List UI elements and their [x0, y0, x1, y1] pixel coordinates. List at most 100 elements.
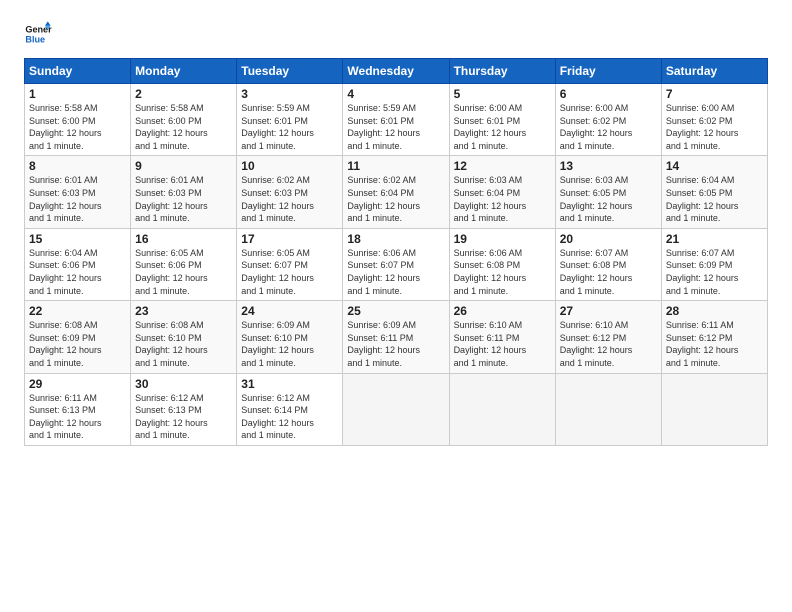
- calendar-cell: 13 Sunrise: 6:03 AMSunset: 6:05 PMDaylig…: [555, 156, 661, 228]
- day-number: 11: [347, 159, 444, 173]
- calendar-cell: 29 Sunrise: 6:11 AMSunset: 6:13 PMDaylig…: [25, 373, 131, 445]
- day-info: Sunrise: 6:12 AMSunset: 6:13 PMDaylight:…: [135, 393, 208, 441]
- calendar-table: SundayMondayTuesdayWednesdayThursdayFrid…: [24, 58, 768, 446]
- calendar-cell: 19 Sunrise: 6:06 AMSunset: 6:08 PMDaylig…: [449, 228, 555, 300]
- calendar-week-row: 29 Sunrise: 6:11 AMSunset: 6:13 PMDaylig…: [25, 373, 768, 445]
- day-header: Saturday: [661, 59, 767, 84]
- day-info: Sunrise: 6:00 AMSunset: 6:02 PMDaylight:…: [666, 103, 739, 151]
- day-header: Monday: [131, 59, 237, 84]
- day-info: Sunrise: 6:03 AMSunset: 6:05 PMDaylight:…: [560, 175, 633, 223]
- day-number: 29: [29, 377, 126, 391]
- calendar-cell: 10 Sunrise: 6:02 AMSunset: 6:03 PMDaylig…: [237, 156, 343, 228]
- calendar-cell: 30 Sunrise: 6:12 AMSunset: 6:13 PMDaylig…: [131, 373, 237, 445]
- day-info: Sunrise: 5:59 AMSunset: 6:01 PMDaylight:…: [347, 103, 420, 151]
- day-info: Sunrise: 6:09 AMSunset: 6:11 PMDaylight:…: [347, 320, 420, 368]
- calendar-week-row: 8 Sunrise: 6:01 AMSunset: 6:03 PMDayligh…: [25, 156, 768, 228]
- calendar-cell: 26 Sunrise: 6:10 AMSunset: 6:11 PMDaylig…: [449, 301, 555, 373]
- calendar-header-row: SundayMondayTuesdayWednesdayThursdayFrid…: [25, 59, 768, 84]
- day-header: Friday: [555, 59, 661, 84]
- day-info: Sunrise: 6:00 AMSunset: 6:01 PMDaylight:…: [454, 103, 527, 151]
- calendar-week-row: 15 Sunrise: 6:04 AMSunset: 6:06 PMDaylig…: [25, 228, 768, 300]
- calendar-cell: 5 Sunrise: 6:00 AMSunset: 6:01 PMDayligh…: [449, 84, 555, 156]
- day-number: 26: [454, 304, 551, 318]
- day-number: 16: [135, 232, 232, 246]
- day-number: 31: [241, 377, 338, 391]
- day-number: 1: [29, 87, 126, 101]
- day-header: Sunday: [25, 59, 131, 84]
- page: General Blue SundayMondayTuesdayWednesda…: [0, 0, 792, 612]
- day-number: 2: [135, 87, 232, 101]
- day-number: 8: [29, 159, 126, 173]
- day-info: Sunrise: 6:03 AMSunset: 6:04 PMDaylight:…: [454, 175, 527, 223]
- calendar-cell: [449, 373, 555, 445]
- calendar-cell: 14 Sunrise: 6:04 AMSunset: 6:05 PMDaylig…: [661, 156, 767, 228]
- day-number: 9: [135, 159, 232, 173]
- calendar-cell: 7 Sunrise: 6:00 AMSunset: 6:02 PMDayligh…: [661, 84, 767, 156]
- day-header: Thursday: [449, 59, 555, 84]
- day-info: Sunrise: 6:06 AMSunset: 6:07 PMDaylight:…: [347, 248, 420, 296]
- day-number: 15: [29, 232, 126, 246]
- logo-icon: General Blue: [24, 20, 52, 48]
- day-info: Sunrise: 6:07 AMSunset: 6:09 PMDaylight:…: [666, 248, 739, 296]
- day-info: Sunrise: 6:05 AMSunset: 6:07 PMDaylight:…: [241, 248, 314, 296]
- calendar-cell: 23 Sunrise: 6:08 AMSunset: 6:10 PMDaylig…: [131, 301, 237, 373]
- day-number: 14: [666, 159, 763, 173]
- day-info: Sunrise: 6:08 AMSunset: 6:09 PMDaylight:…: [29, 320, 102, 368]
- day-number: 28: [666, 304, 763, 318]
- day-info: Sunrise: 6:01 AMSunset: 6:03 PMDaylight:…: [29, 175, 102, 223]
- day-info: Sunrise: 6:00 AMSunset: 6:02 PMDaylight:…: [560, 103, 633, 151]
- day-number: 27: [560, 304, 657, 318]
- calendar-week-row: 1 Sunrise: 5:58 AMSunset: 6:00 PMDayligh…: [25, 84, 768, 156]
- day-info: Sunrise: 6:04 AMSunset: 6:06 PMDaylight:…: [29, 248, 102, 296]
- day-number: 5: [454, 87, 551, 101]
- calendar-cell: 22 Sunrise: 6:08 AMSunset: 6:09 PMDaylig…: [25, 301, 131, 373]
- day-number: 30: [135, 377, 232, 391]
- day-info: Sunrise: 6:09 AMSunset: 6:10 PMDaylight:…: [241, 320, 314, 368]
- day-info: Sunrise: 6:10 AMSunset: 6:12 PMDaylight:…: [560, 320, 633, 368]
- calendar-week-row: 22 Sunrise: 6:08 AMSunset: 6:09 PMDaylig…: [25, 301, 768, 373]
- day-number: 23: [135, 304, 232, 318]
- calendar-cell: 27 Sunrise: 6:10 AMSunset: 6:12 PMDaylig…: [555, 301, 661, 373]
- calendar-cell: 1 Sunrise: 5:58 AMSunset: 6:00 PMDayligh…: [25, 84, 131, 156]
- day-number: 20: [560, 232, 657, 246]
- day-number: 22: [29, 304, 126, 318]
- day-info: Sunrise: 5:58 AMSunset: 6:00 PMDaylight:…: [29, 103, 102, 151]
- calendar-cell: [661, 373, 767, 445]
- calendar-cell: 21 Sunrise: 6:07 AMSunset: 6:09 PMDaylig…: [661, 228, 767, 300]
- calendar-cell: 11 Sunrise: 6:02 AMSunset: 6:04 PMDaylig…: [343, 156, 449, 228]
- day-info: Sunrise: 6:07 AMSunset: 6:08 PMDaylight:…: [560, 248, 633, 296]
- day-number: 21: [666, 232, 763, 246]
- calendar-cell: 24 Sunrise: 6:09 AMSunset: 6:10 PMDaylig…: [237, 301, 343, 373]
- day-info: Sunrise: 6:02 AMSunset: 6:03 PMDaylight:…: [241, 175, 314, 223]
- day-number: 25: [347, 304, 444, 318]
- day-number: 7: [666, 87, 763, 101]
- calendar-cell: 12 Sunrise: 6:03 AMSunset: 6:04 PMDaylig…: [449, 156, 555, 228]
- day-info: Sunrise: 6:01 AMSunset: 6:03 PMDaylight:…: [135, 175, 208, 223]
- calendar-cell: [555, 373, 661, 445]
- day-info: Sunrise: 6:05 AMSunset: 6:06 PMDaylight:…: [135, 248, 208, 296]
- day-number: 10: [241, 159, 338, 173]
- calendar-cell: 20 Sunrise: 6:07 AMSunset: 6:08 PMDaylig…: [555, 228, 661, 300]
- calendar-cell: 18 Sunrise: 6:06 AMSunset: 6:07 PMDaylig…: [343, 228, 449, 300]
- day-info: Sunrise: 6:06 AMSunset: 6:08 PMDaylight:…: [454, 248, 527, 296]
- calendar-cell: 25 Sunrise: 6:09 AMSunset: 6:11 PMDaylig…: [343, 301, 449, 373]
- calendar-cell: 2 Sunrise: 5:58 AMSunset: 6:00 PMDayligh…: [131, 84, 237, 156]
- day-info: Sunrise: 6:10 AMSunset: 6:11 PMDaylight:…: [454, 320, 527, 368]
- calendar-cell: 9 Sunrise: 6:01 AMSunset: 6:03 PMDayligh…: [131, 156, 237, 228]
- day-info: Sunrise: 6:08 AMSunset: 6:10 PMDaylight:…: [135, 320, 208, 368]
- day-number: 6: [560, 87, 657, 101]
- calendar-cell: 31 Sunrise: 6:12 AMSunset: 6:14 PMDaylig…: [237, 373, 343, 445]
- day-info: Sunrise: 6:12 AMSunset: 6:14 PMDaylight:…: [241, 393, 314, 441]
- day-number: 4: [347, 87, 444, 101]
- svg-text:Blue: Blue: [25, 34, 45, 44]
- calendar-cell: 28 Sunrise: 6:11 AMSunset: 6:12 PMDaylig…: [661, 301, 767, 373]
- calendar-cell: 15 Sunrise: 6:04 AMSunset: 6:06 PMDaylig…: [25, 228, 131, 300]
- day-header: Tuesday: [237, 59, 343, 84]
- calendar-cell: 6 Sunrise: 6:00 AMSunset: 6:02 PMDayligh…: [555, 84, 661, 156]
- day-number: 18: [347, 232, 444, 246]
- logo: General Blue: [24, 20, 52, 48]
- calendar-cell: 17 Sunrise: 6:05 AMSunset: 6:07 PMDaylig…: [237, 228, 343, 300]
- calendar-cell: 16 Sunrise: 6:05 AMSunset: 6:06 PMDaylig…: [131, 228, 237, 300]
- day-number: 17: [241, 232, 338, 246]
- header: General Blue: [24, 20, 768, 48]
